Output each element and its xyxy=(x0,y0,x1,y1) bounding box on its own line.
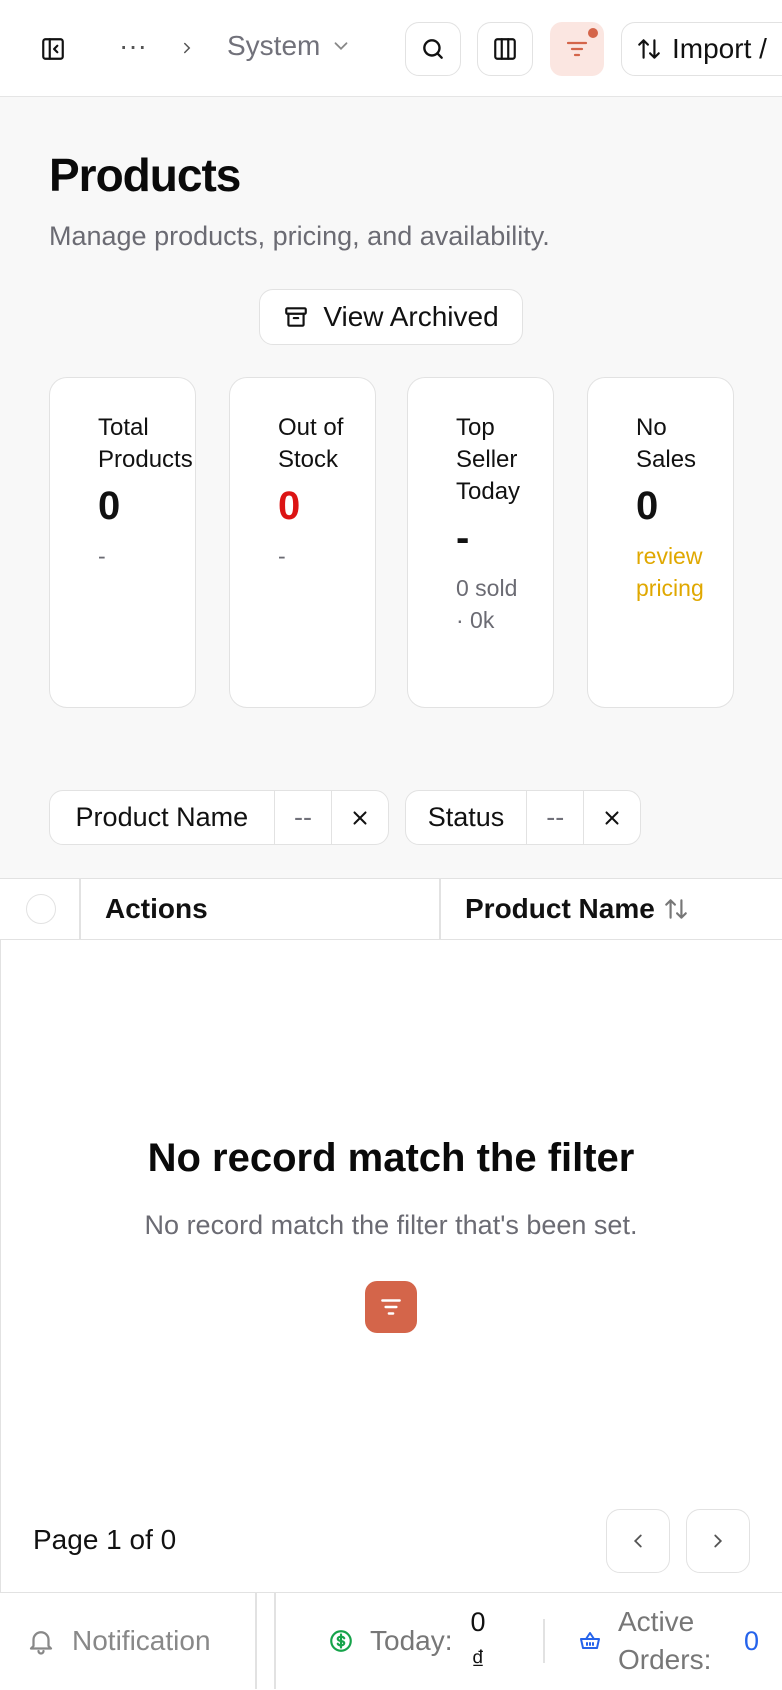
active-orders-label: Active Orders: xyxy=(618,1606,712,1675)
sort-icon xyxy=(664,899,687,919)
chevron-right-icon xyxy=(714,1534,723,1548)
stat-sub: - xyxy=(98,543,106,569)
columns-button[interactable] xyxy=(477,22,533,76)
column-header-actions: Actions xyxy=(105,893,208,924)
today-label: Today: xyxy=(370,1625,453,1656)
notification-label: Notification xyxy=(72,1625,211,1656)
stat-label: Total Products xyxy=(98,414,193,473)
column-divider xyxy=(79,879,81,939)
filter-operator[interactable]: -- xyxy=(525,791,584,844)
panel-left-icon xyxy=(42,38,64,60)
empty-state-subtitle: No record match the filter that's been s… xyxy=(144,1210,638,1240)
active-orders[interactable]: Active Orders: 0 xyxy=(578,1593,759,1689)
select-all-checkbox[interactable] xyxy=(26,894,56,924)
filter-chip-status[interactable]: Status -- xyxy=(405,790,641,845)
column-header-product-name[interactable]: Product Name xyxy=(465,893,689,925)
today-value: 0 ₫ xyxy=(471,1603,486,1679)
footer-divider xyxy=(255,1593,257,1689)
breadcrumb-more[interactable]: ··· xyxy=(119,30,147,62)
pagination-text: Page 1 of 0 xyxy=(33,1524,177,1555)
stat-sub: - xyxy=(278,543,286,569)
notification-button[interactable]: Notification xyxy=(26,1593,211,1689)
column-divider xyxy=(439,879,441,939)
filter-field[interactable]: Status xyxy=(406,791,526,844)
stat-card-no-sales: No Sales 0 review pricing xyxy=(587,377,734,708)
filter-button[interactable] xyxy=(550,22,604,76)
filter-remove-button[interactable] xyxy=(331,791,388,844)
dollar-circle-icon xyxy=(330,1630,352,1652)
chevron-down-icon xyxy=(334,42,348,51)
stat-label: No Sales xyxy=(636,414,697,473)
sidebar-toggle-button[interactable] xyxy=(30,28,76,70)
close-icon xyxy=(605,810,619,825)
currency-symbol: ₫ xyxy=(471,1645,485,1675)
table-header: Actions Product Name xyxy=(0,878,782,940)
stat-sub: 0 sold · 0k xyxy=(456,575,518,633)
breadcrumb-separator-icon xyxy=(172,30,202,66)
filter-operator[interactable]: -- xyxy=(273,791,332,844)
breadcrumb-current-label: System xyxy=(227,30,321,61)
stat-label: Top Seller Today xyxy=(456,414,521,505)
empty-state-filter-icon xyxy=(365,1281,417,1333)
stat-label: Out of Stock xyxy=(278,414,344,473)
stat-value: 0 xyxy=(98,484,121,528)
stat-value: - xyxy=(456,516,470,560)
import-label: Import / xyxy=(672,33,767,64)
view-archived-label: View Archived xyxy=(323,301,499,332)
active-orders-value: 0 xyxy=(744,1625,760,1656)
today-revenue: Today: 0 ₫ xyxy=(328,1593,486,1689)
filter-icon xyxy=(566,41,588,57)
chevron-left-icon xyxy=(633,1534,642,1548)
top-bar: ··· System Import / xyxy=(0,0,782,97)
previous-page-button[interactable] xyxy=(606,1509,670,1573)
archive-icon xyxy=(285,307,308,327)
stat-card-top-seller: Top Seller Today - 0 sold · 0k xyxy=(407,377,554,708)
page-subtitle: Manage products, pricing, and availabili… xyxy=(49,221,550,251)
import-button[interactable]: Import / xyxy=(621,22,782,76)
footer-divider xyxy=(274,1593,276,1689)
bell-icon xyxy=(29,1631,53,1655)
column-header-label: Product Name xyxy=(465,893,655,924)
stat-card-total-products: Total Products 0 - xyxy=(49,377,196,708)
filter-active-dot xyxy=(586,26,600,40)
stat-value: 0 xyxy=(636,484,659,528)
filter-chip-product-name[interactable]: Product Name -- xyxy=(49,790,389,845)
stat-value: 0 xyxy=(278,484,301,528)
filter-remove-button[interactable] xyxy=(583,791,640,844)
empty-state-title: No record match the filter xyxy=(147,1136,635,1180)
breadcrumb-current[interactable]: System xyxy=(227,30,352,62)
next-page-button[interactable] xyxy=(686,1509,750,1573)
today-amount: 0 xyxy=(470,1607,486,1637)
stat-sub: review pricing xyxy=(636,543,704,601)
search-button[interactable] xyxy=(405,22,461,76)
close-icon xyxy=(353,810,367,825)
sort-arrows-icon xyxy=(638,39,660,59)
status-bar: Notification Today: 0 ₫ Active Orders: 0 xyxy=(0,1592,782,1690)
footer-divider xyxy=(543,1619,545,1663)
search-icon xyxy=(423,39,443,59)
basket-icon xyxy=(580,1632,600,1649)
columns-icon xyxy=(494,38,516,60)
stat-card-out-of-stock: Out of Stock 0 - xyxy=(229,377,376,708)
table-body xyxy=(0,940,782,1592)
filter-field[interactable]: Product Name xyxy=(50,791,274,844)
page-title: Products xyxy=(49,149,241,201)
view-archived-button[interactable]: View Archived xyxy=(259,289,523,345)
